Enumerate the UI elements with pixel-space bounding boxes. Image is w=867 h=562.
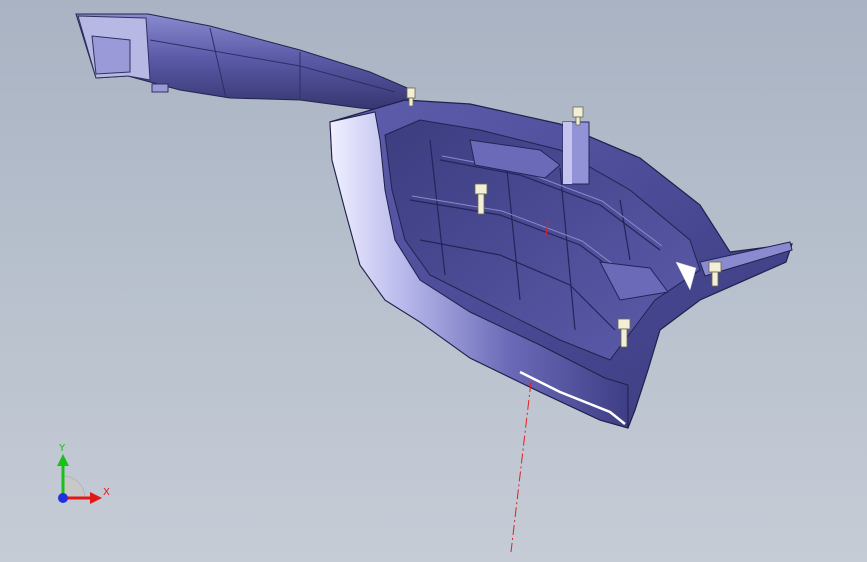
x-axis-label: X: [103, 487, 110, 498]
axis-triad[interactable]: [40, 440, 150, 520]
y-axis-label: Y: [59, 443, 66, 454]
z-axis-dot-icon: [58, 493, 68, 503]
arm-end-inner: [91, 35, 131, 75]
arm-tab: [151, 83, 169, 93]
axis-line-lower: [510, 381, 532, 553]
3d-viewport[interactable]: Y X: [0, 0, 867, 562]
